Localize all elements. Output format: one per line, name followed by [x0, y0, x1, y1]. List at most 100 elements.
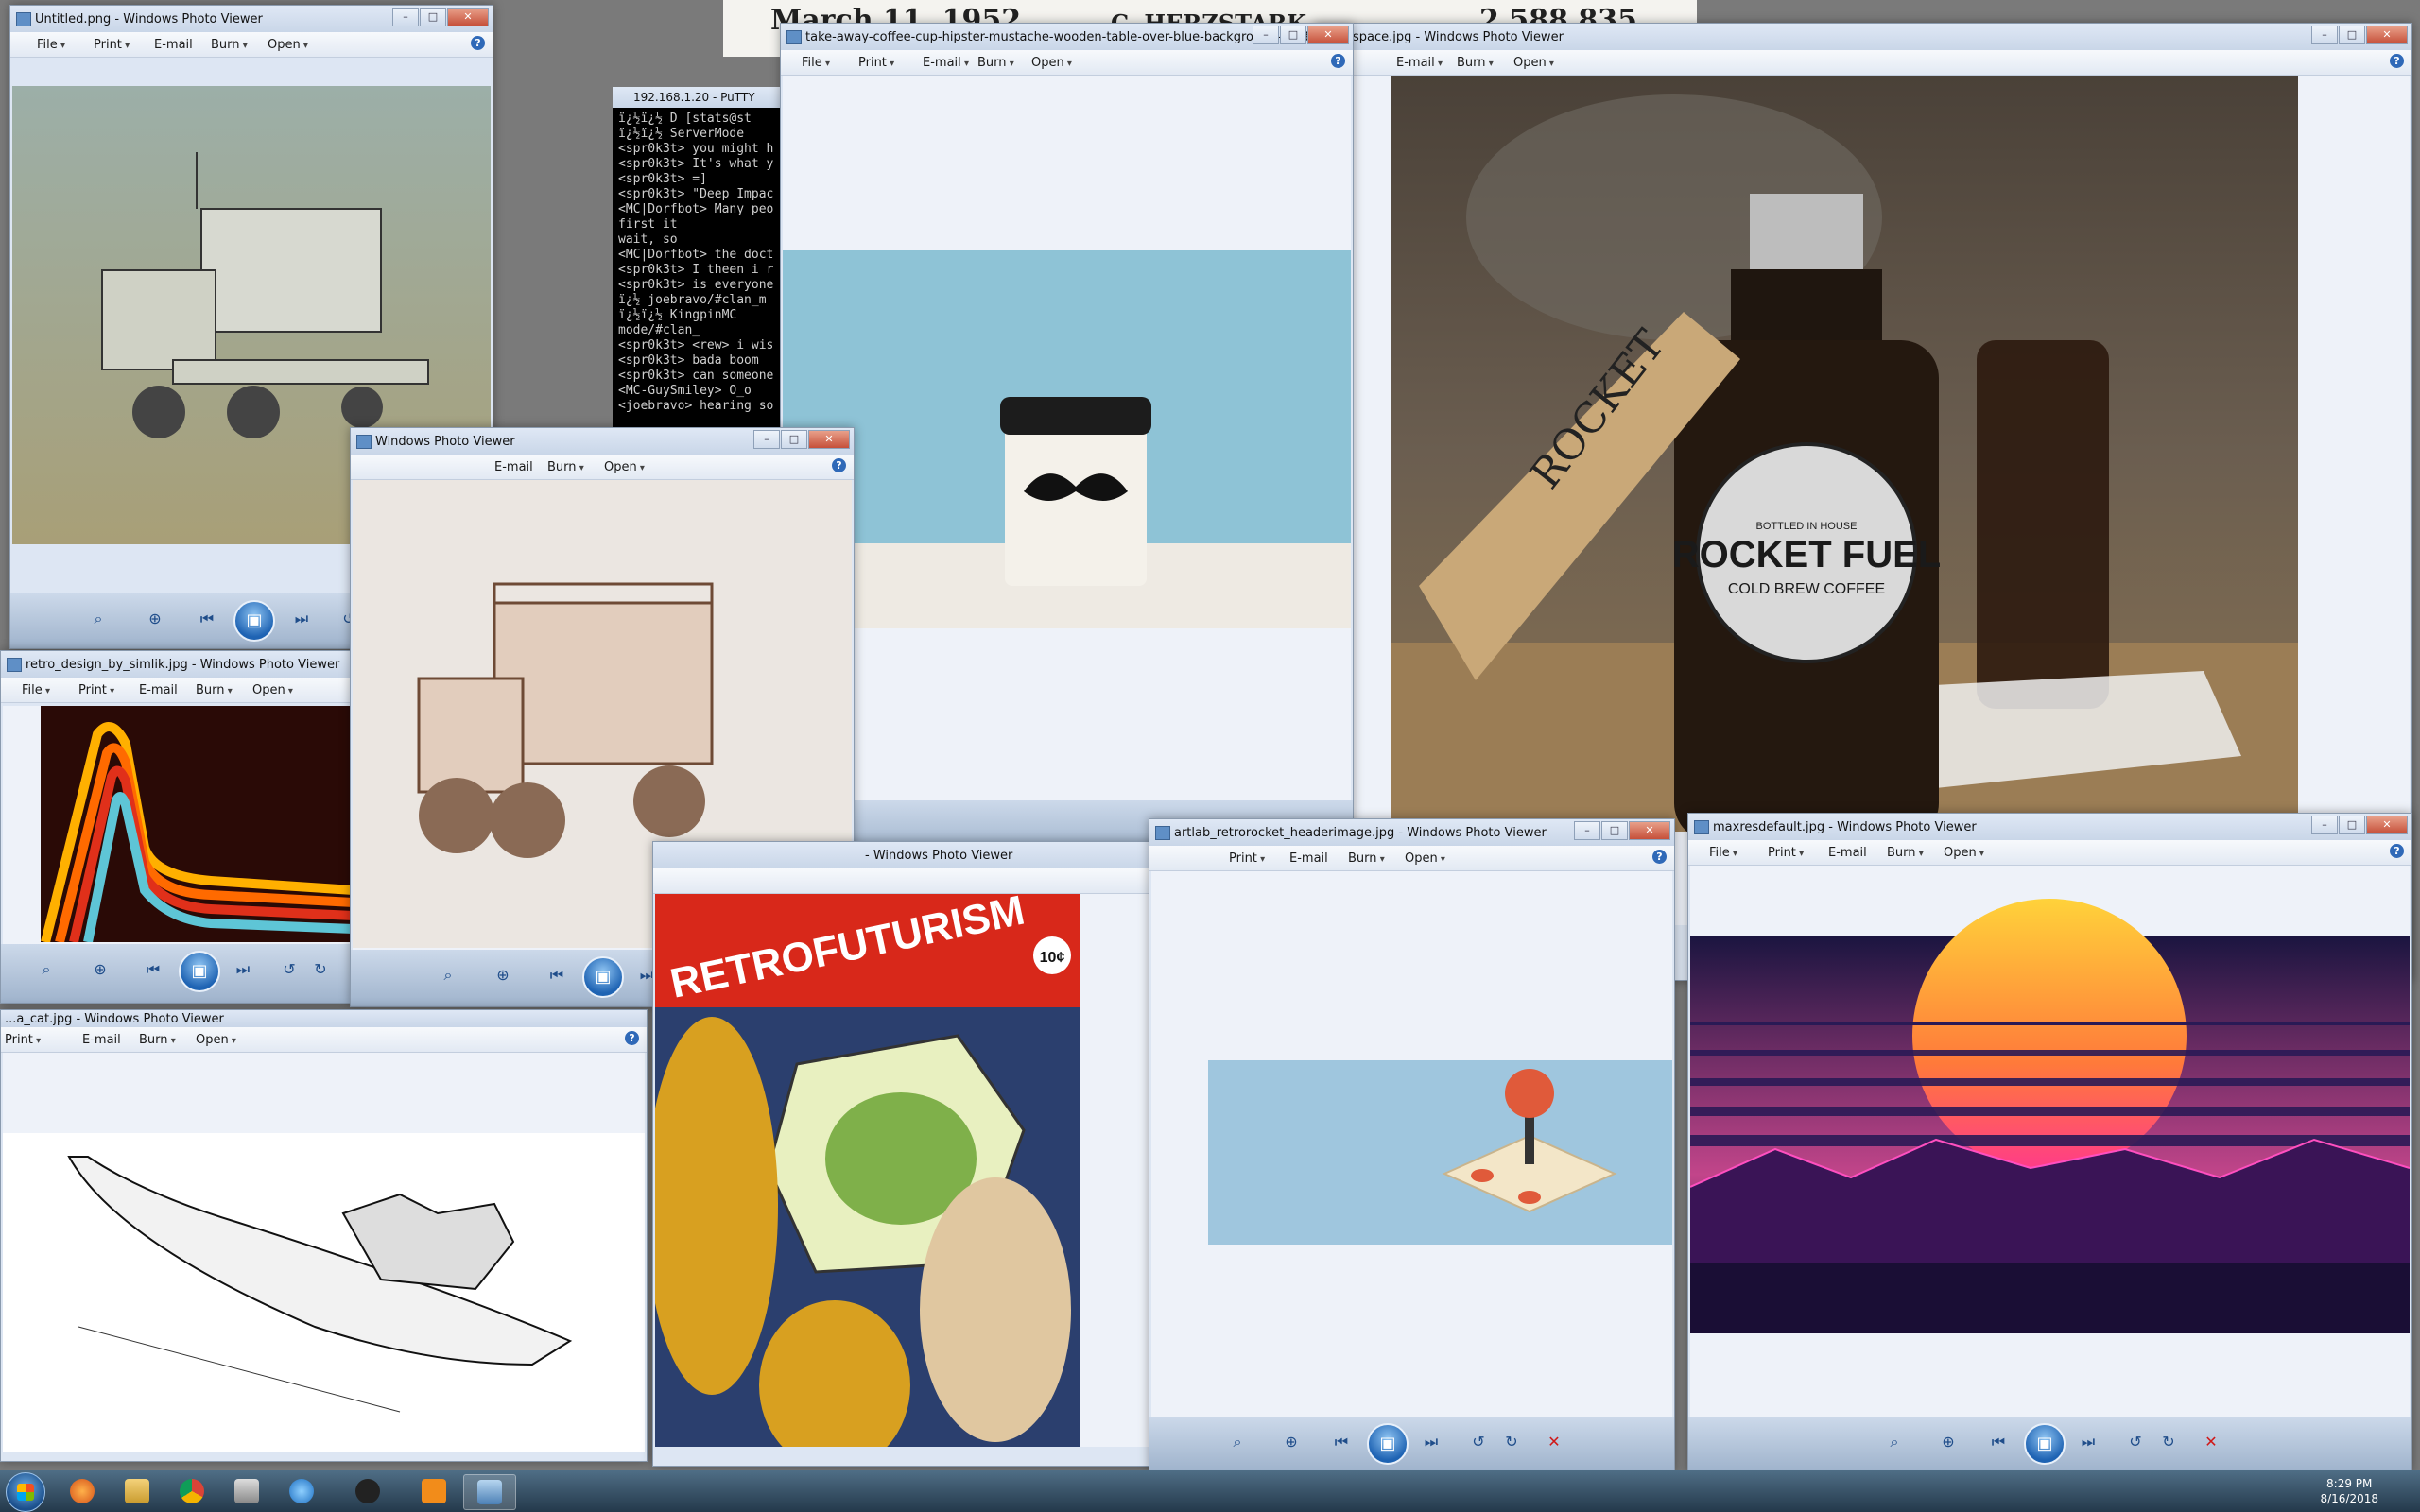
actual-size-icon[interactable]: ⊕	[491, 964, 515, 987]
previous-icon[interactable]: ⏮	[1329, 1431, 1354, 1453]
close-button[interactable]: ✕	[2366, 816, 2408, 834]
actual-size-icon[interactable]: ⊕	[1279, 1431, 1304, 1453]
menu-print[interactable]: Print	[858, 56, 894, 70]
menu-burn[interactable]: Burn	[196, 683, 233, 697]
minimize-button[interactable]: –	[753, 430, 780, 449]
window-yamato[interactable]: ...a_cat.jpg - Windows Photo Viewer Prin…	[0, 1009, 648, 1462]
menu-open[interactable]: Open	[252, 683, 293, 697]
menu-email[interactable]: E-mail	[923, 56, 969, 70]
putty-titlebar[interactable]: 192.168.1.20 - PuTTY	[613, 87, 792, 108]
menu-burn[interactable]: Burn	[1457, 56, 1494, 70]
taskbar-inkscape[interactable]	[342, 1474, 393, 1508]
next-icon[interactable]: ⏭	[1419, 1431, 1443, 1453]
menu-burn[interactable]: Burn	[977, 56, 1014, 70]
menu-print[interactable]: Print	[78, 683, 114, 697]
help-icon[interactable]: ?	[2390, 54, 2404, 68]
actual-size-icon[interactable]: ⊕	[88, 958, 112, 981]
minimize-button[interactable]: –	[392, 8, 419, 26]
rotate-right-icon[interactable]: ↻	[308, 958, 333, 981]
help-icon[interactable]: ?	[1331, 54, 1345, 68]
menu-burn[interactable]: Burn	[211, 38, 248, 52]
close-button[interactable]: ✕	[1307, 26, 1349, 44]
menu-email[interactable]: E-mail	[1828, 846, 1867, 860]
taskbar-frame[interactable]	[408, 1474, 459, 1508]
slideshow-button[interactable]: ▣	[2024, 1423, 2066, 1465]
menu-file[interactable]: File	[22, 683, 50, 697]
close-button[interactable]: ✕	[447, 8, 489, 26]
menu-file[interactable]: File	[1709, 846, 1737, 860]
zoom-icon[interactable]: ⌕	[436, 964, 460, 987]
menu-open[interactable]: Open	[1031, 56, 1072, 70]
menu-burn[interactable]: Burn	[1887, 846, 1924, 860]
titlebar[interactable]: artlab_retrorocket_headerimage.jpg - Win…	[1150, 819, 1674, 846]
clock[interactable]: 8:29 PM 8/16/2018	[2320, 1476, 2378, 1506]
help-icon[interactable]: ?	[832, 458, 846, 472]
menu-email[interactable]: E-mail	[139, 683, 178, 697]
menu-email[interactable]: E-mail	[1289, 851, 1328, 866]
taskbar-putty[interactable]	[221, 1474, 272, 1508]
titlebar[interactable]: ...a_cat.jpg - Windows Photo Viewer	[1, 1010, 647, 1027]
help-icon[interactable]: ?	[1652, 850, 1667, 864]
rotate-left-icon[interactable]: ↺	[277, 958, 302, 981]
window-maxres[interactable]: maxresdefault.jpg - Windows Photo Viewer…	[1687, 813, 2412, 1472]
maximize-button[interactable]: □	[781, 430, 807, 449]
menu-email[interactable]: E-mail	[82, 1033, 121, 1047]
menu-open[interactable]: Open	[604, 460, 645, 474]
previous-icon[interactable]: ⏮	[544, 964, 569, 987]
start-button[interactable]	[6, 1472, 45, 1512]
titlebar[interactable]: - Windows Photo Viewer –□	[653, 842, 1206, 868]
previous-icon[interactable]: ⏮	[195, 608, 219, 630]
menu-open[interactable]: Open	[1944, 846, 1984, 860]
menu-burn[interactable]: Burn	[139, 1033, 176, 1047]
menu-open[interactable]: Open	[1405, 851, 1445, 866]
putty-window[interactable]: 192.168.1.20 - PuTTY ï¿½ï¿½ D [stats@st ï…	[613, 87, 792, 427]
zoom-icon[interactable]: ⌕	[34, 958, 59, 981]
taskbar-photoviewer[interactable]	[463, 1474, 516, 1510]
window-artlab[interactable]: artlab_retrorocket_headerimage.jpg - Win…	[1149, 818, 1675, 1472]
slideshow-button[interactable]: ▣	[233, 600, 275, 642]
close-button[interactable]: ✕	[1629, 821, 1670, 840]
minimize-button[interactable]: –	[1253, 26, 1279, 44]
delete-icon[interactable]: ✕	[2199, 1431, 2223, 1453]
actual-size-icon[interactable]: ⊕	[143, 608, 167, 630]
next-icon[interactable]: ⏭	[231, 958, 255, 981]
menu-open[interactable]: Open	[1513, 56, 1554, 70]
window-coffee[interactable]: take-away-coffee-cup-hipster-mustache-wo…	[780, 23, 1354, 856]
window-comic[interactable]: - Windows Photo Viewer –□ ? RETROFUTURIS…	[652, 841, 1207, 1467]
minimize-button[interactable]: –	[2311, 26, 2338, 44]
zoom-icon[interactable]: ⌕	[86, 608, 111, 630]
slideshow-button[interactable]: ▣	[179, 951, 220, 992]
maximize-button[interactable]: □	[1280, 26, 1306, 44]
rotate-left-icon[interactable]: ↺	[2123, 1431, 2148, 1453]
titlebar[interactable]: Untitled.png - Windows Photo Viewer – □ ✕	[10, 6, 493, 32]
actual-size-icon[interactable]: ⊕	[1936, 1431, 1961, 1453]
menu-print[interactable]: Print	[5, 1033, 41, 1047]
titlebar[interactable]: space.jpg - Windows Photo Viewer – □ ✕	[1315, 24, 2411, 50]
menu-print[interactable]: Print	[1768, 846, 1804, 860]
taskbar-explorer[interactable]	[112, 1474, 163, 1508]
next-icon[interactable]: ⏭	[289, 608, 314, 630]
taskbar-chrome[interactable]	[166, 1474, 217, 1508]
menu-email[interactable]: E-mail	[1396, 56, 1443, 70]
menu-open[interactable]: Open	[268, 38, 308, 52]
slideshow-button[interactable]: ▣	[582, 956, 624, 998]
maximize-button[interactable]: □	[420, 8, 446, 26]
window-retro[interactable]: retro_design_by_simlik.jpg - Windows Pho…	[0, 650, 356, 1004]
previous-icon[interactable]: ⏮	[1986, 1431, 2011, 1453]
menu-email[interactable]: E-mail	[494, 460, 533, 474]
menu-file[interactable]: File	[802, 56, 830, 70]
rotate-left-icon[interactable]: ↺	[1466, 1431, 1491, 1453]
slideshow-button[interactable]: ▣	[1367, 1423, 1409, 1465]
menu-burn[interactable]: Burn	[1348, 851, 1385, 866]
taskbar-firefox[interactable]	[57, 1474, 108, 1508]
titlebar[interactable]: retro_design_by_simlik.jpg - Windows Pho…	[1, 651, 355, 678]
menu-print[interactable]: Print	[94, 38, 130, 52]
close-button[interactable]: ✕	[808, 430, 850, 449]
maximize-button[interactable]: □	[1601, 821, 1628, 840]
menu-file[interactable]: File	[37, 38, 65, 52]
help-icon[interactable]: ?	[625, 1031, 639, 1045]
zoom-icon[interactable]: ⌕	[1882, 1431, 1907, 1453]
titlebar[interactable]: maxresdefault.jpg - Windows Photo Viewer…	[1688, 814, 2411, 840]
minimize-button[interactable]: –	[2311, 816, 2338, 834]
minimize-button[interactable]: –	[1574, 821, 1600, 840]
